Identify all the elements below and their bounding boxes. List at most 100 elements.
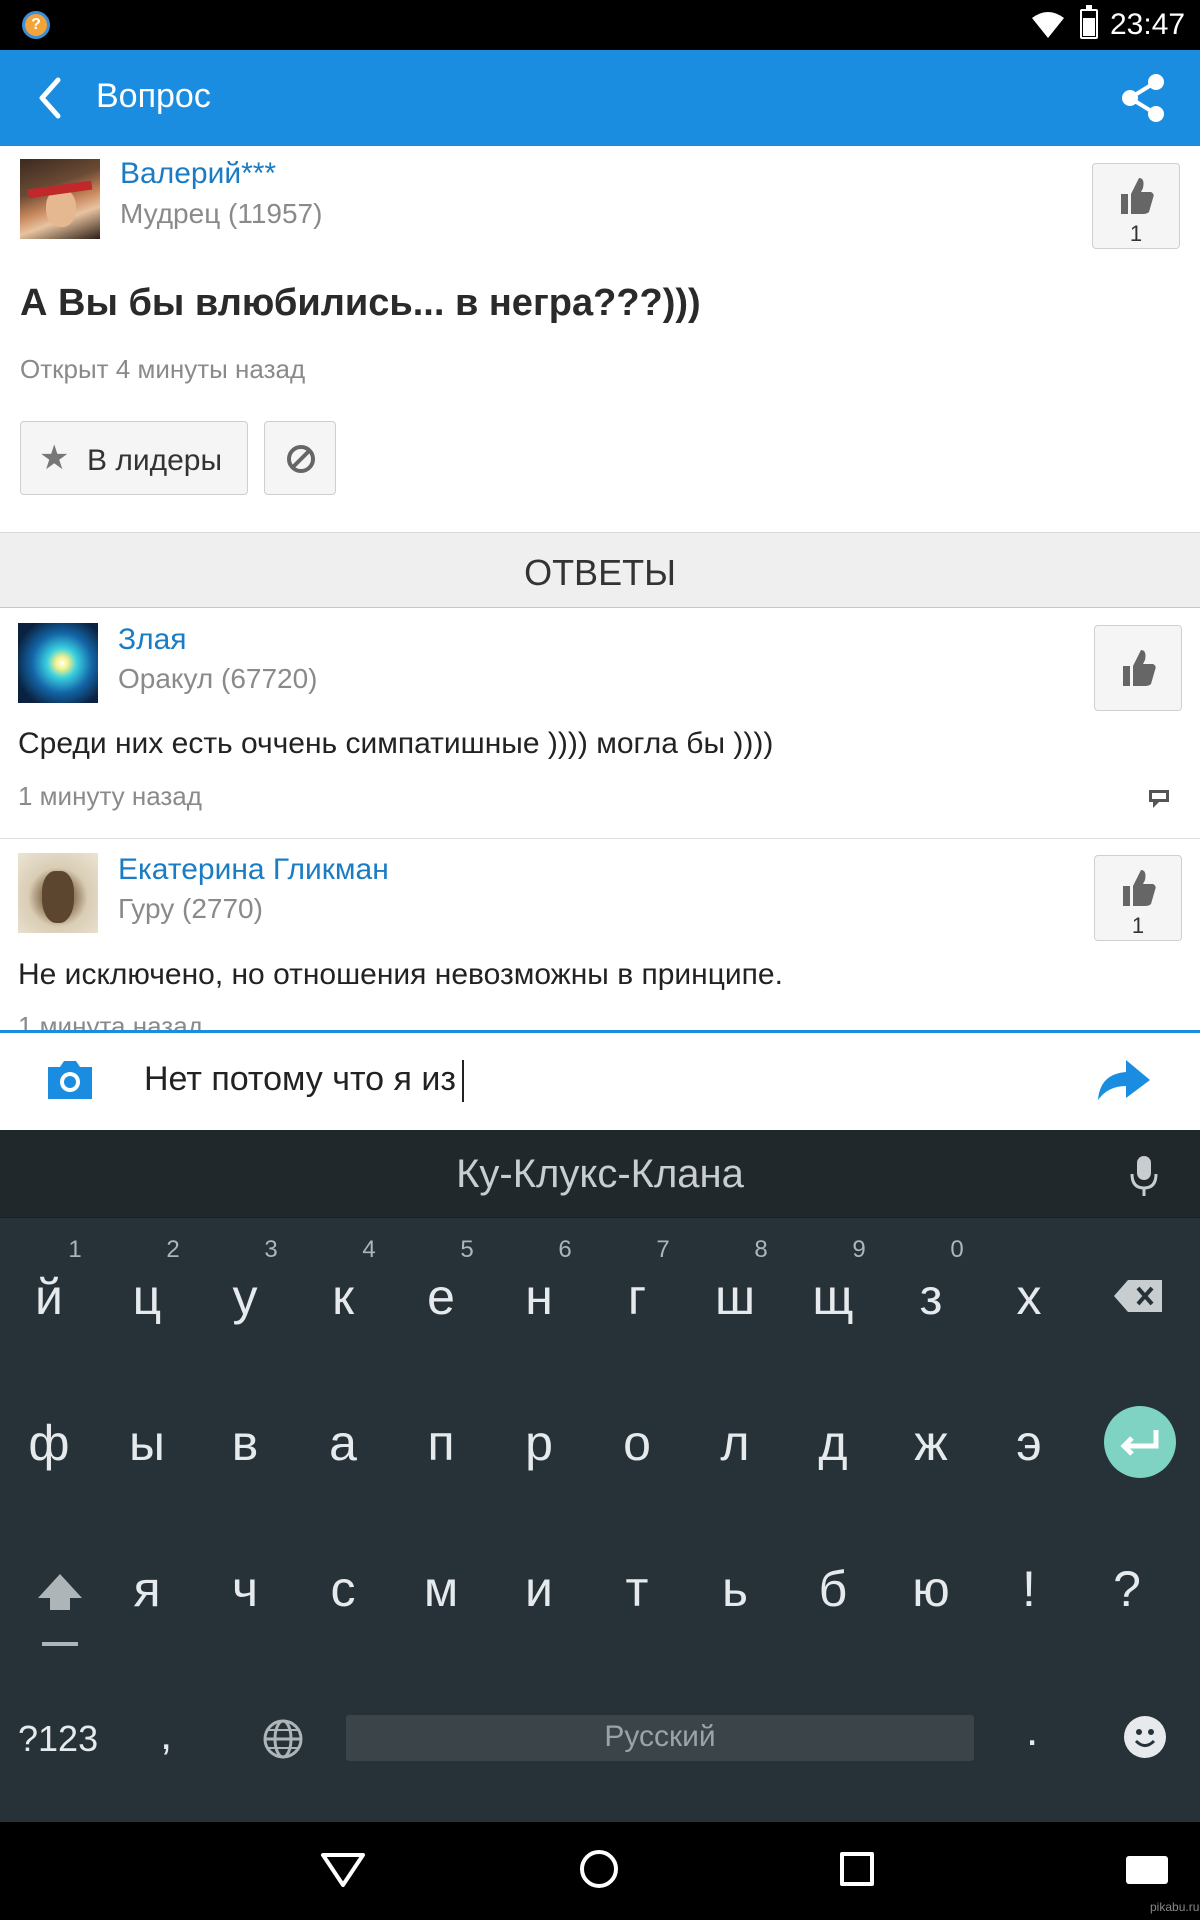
key[interactable]: ж <box>882 1414 980 1472</box>
microphone-icon[interactable] <box>1128 1154 1160 1198</box>
key[interactable]: ? <box>1078 1560 1176 1618</box>
to-leaders-label: В лидеры <box>87 444 223 477</box>
period-key[interactable]: . <box>1026 1706 1038 1756</box>
answer-time: 1 минута назад <box>18 1011 203 1031</box>
key[interactable]: й <box>0 1268 98 1326</box>
send-arrow-icon[interactable] <box>1096 1056 1152 1102</box>
nav-recents-icon[interactable] <box>840 1852 874 1886</box>
key[interactable]: е <box>392 1268 490 1326</box>
answer-author-rank: Гуру (2770) <box>118 893 263 924</box>
key[interactable]: п <box>392 1414 490 1472</box>
emoji-icon[interactable] <box>1124 1716 1166 1758</box>
key-number-hint: 1 <box>68 1236 82 1263</box>
chevron-left-icon[interactable] <box>26 72 78 124</box>
globe-icon[interactable] <box>262 1718 304 1760</box>
key[interactable]: щ <box>784 1268 882 1326</box>
key[interactable]: л <box>686 1414 784 1472</box>
comma-key[interactable]: , <box>160 1710 172 1760</box>
key[interactable]: ц <box>98 1268 196 1326</box>
symbols-key[interactable]: ?123 <box>18 1718 98 1760</box>
key[interactable]: ь <box>686 1560 784 1618</box>
star-icon: ★ <box>39 439 70 477</box>
key[interactable]: а <box>294 1414 392 1472</box>
enter-key[interactable] <box>1104 1406 1176 1478</box>
answer-like-button[interactable] <box>1094 625 1182 711</box>
answer-author-name[interactable]: Злая <box>118 623 187 657</box>
key[interactable]: м <box>392 1560 490 1618</box>
question-like-count: 1 <box>1129 221 1143 246</box>
answer-text: Среди них есть оччень симпатишные )))) м… <box>18 727 774 760</box>
suggestion-word[interactable]: Ку-Клукс-Клана <box>0 1152 1200 1197</box>
keyboard-switch-icon[interactable] <box>1126 1856 1168 1884</box>
key[interactable]: ы <box>98 1414 196 1472</box>
key-number-hint: 2 <box>166 1236 180 1263</box>
key[interactable]: я <box>98 1560 196 1618</box>
nav-home-icon[interactable] <box>580 1850 618 1888</box>
answer-author-avatar[interactable] <box>18 623 98 703</box>
share-icon[interactable] <box>1118 72 1170 124</box>
key[interactable]: и <box>490 1560 588 1618</box>
answer-input[interactable]: Нет потому что я из <box>144 1060 464 1103</box>
key[interactable]: х <box>980 1268 1078 1326</box>
key[interactable]: у <box>196 1268 294 1326</box>
key[interactable]: н <box>490 1268 588 1326</box>
key-number-hint: 3 <box>264 1236 278 1263</box>
question-app-notification-icon: ? <box>22 11 50 39</box>
question-author-rank: Мудрец (11957) <box>120 198 323 229</box>
key-number-hint: 6 <box>558 1236 572 1263</box>
answer-author-avatar[interactable] <box>18 853 98 933</box>
key[interactable]: ! <box>980 1560 1078 1618</box>
question-author-name[interactable]: Валерий*** <box>120 157 276 191</box>
key[interactable]: ш <box>686 1268 784 1326</box>
battery-icon <box>1080 5 1098 39</box>
key-number-hint: 4 <box>362 1236 376 1263</box>
key[interactable]: р <box>490 1414 588 1472</box>
key[interactable]: с <box>294 1560 392 1618</box>
block-icon <box>287 445 315 473</box>
key[interactable]: ф <box>0 1414 98 1472</box>
answer-like-button[interactable]: 1 <box>1094 855 1182 941</box>
key[interactable]: т <box>588 1560 686 1618</box>
space-key-label: Русский <box>604 1720 716 1753</box>
page-title: Вопрос <box>96 77 211 115</box>
smile-face <box>1134 1729 1156 1747</box>
question-opened-time: Открыт 4 минуты назад <box>20 354 306 384</box>
answers-title: ОТВЕТЫ <box>524 552 676 593</box>
thumbs-up-icon <box>1123 650 1156 686</box>
key[interactable]: ю <box>882 1560 980 1618</box>
key[interactable]: з <box>882 1268 980 1326</box>
status-time: 23:47 <box>1110 8 1186 41</box>
camera-icon[interactable] <box>44 1057 96 1103</box>
key-number-hint: 0 <box>950 1236 964 1263</box>
key[interactable]: б <box>784 1560 882 1618</box>
question-author-avatar[interactable] <box>20 159 100 239</box>
key[interactable]: о <box>588 1414 686 1472</box>
thumbs-up-icon <box>1123 870 1156 906</box>
key-number-hint: 5 <box>460 1236 474 1263</box>
comment-icon[interactable] <box>1148 788 1170 810</box>
answer-input-text: Нет потому что я из <box>144 1060 456 1098</box>
backspace-icon[interactable] <box>1112 1276 1166 1316</box>
key[interactable]: в <box>196 1414 294 1472</box>
answer-like-count: 1 <box>1131 913 1145 938</box>
answer-author-name[interactable]: Екатерина Гликман <box>118 853 389 887</box>
shift-icon[interactable] <box>34 1570 86 1646</box>
status-bar <box>0 0 1200 50</box>
thumbs-up-icon <box>1121 178 1154 214</box>
divider <box>0 838 1200 839</box>
enter-icon <box>1120 1430 1159 1456</box>
key[interactable]: э <box>980 1414 1078 1472</box>
report-button[interactable] <box>264 421 336 495</box>
nav-back-icon[interactable] <box>318 1850 368 1890</box>
key-number-hint: 8 <box>754 1236 768 1263</box>
key[interactable]: д <box>784 1414 882 1472</box>
answer-time: 1 минуту назад <box>18 781 202 811</box>
watermark: pikabu.ru <box>1150 1900 1200 1914</box>
key[interactable]: к <box>294 1268 392 1326</box>
question-like-button[interactable]: 1 <box>1092 163 1180 249</box>
text-caret <box>461 1060 464 1103</box>
key[interactable]: г <box>588 1268 686 1326</box>
key[interactable]: ч <box>196 1560 294 1618</box>
key-number-hint: 7 <box>656 1236 670 1263</box>
to-leaders-button[interactable]: ★ В лидеры <box>20 421 248 495</box>
